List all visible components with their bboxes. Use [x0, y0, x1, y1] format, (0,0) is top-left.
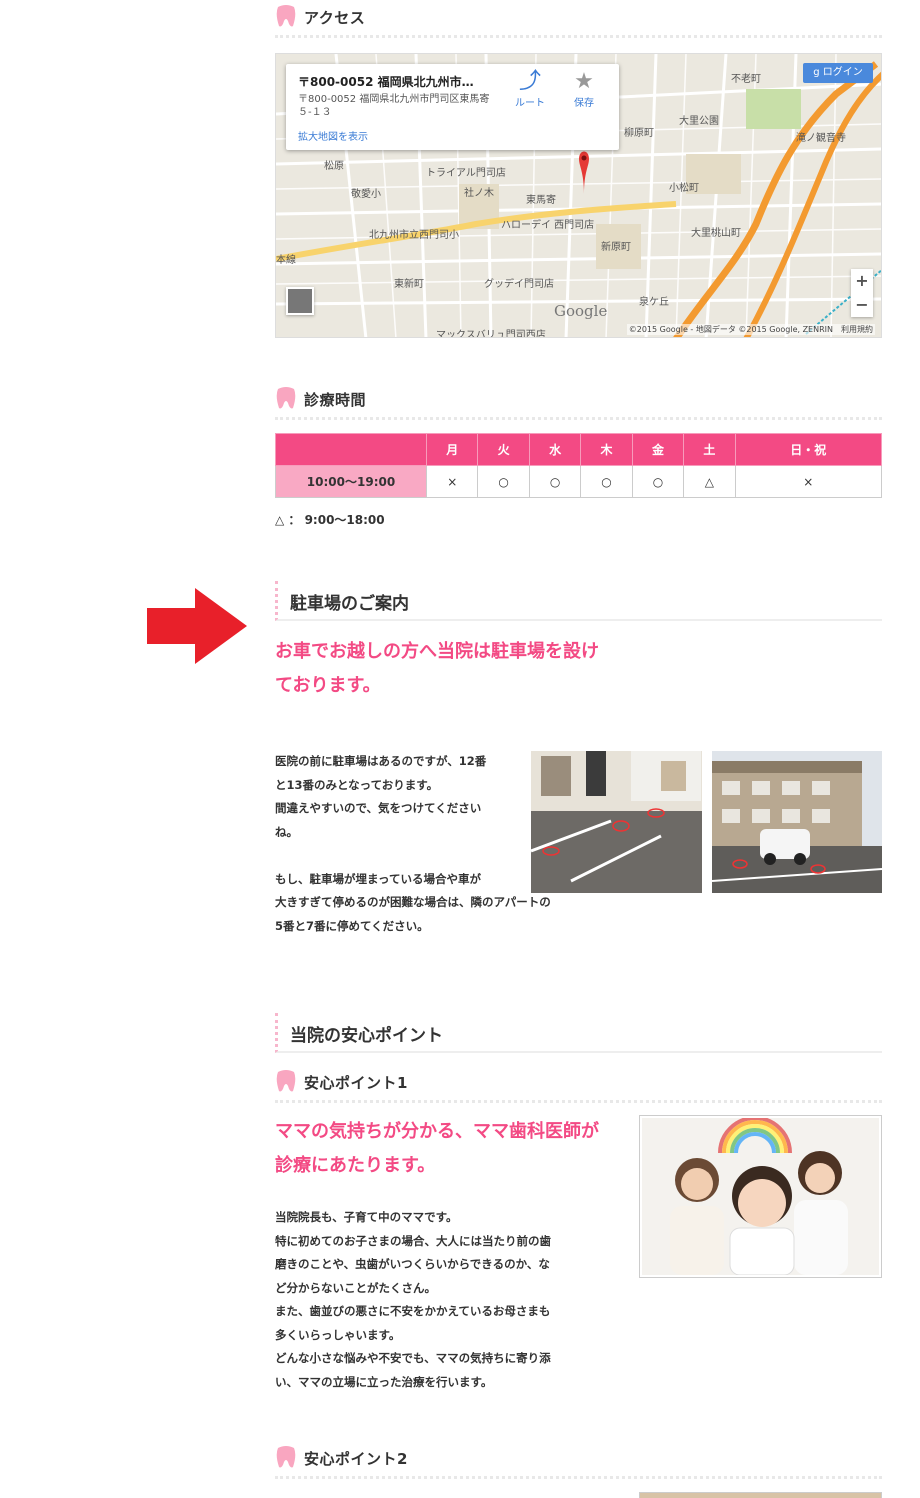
hours-header-row: 月 火 水 木 金 土 日・祝: [275, 433, 883, 466]
map-label: 大里公園: [679, 116, 719, 127]
map-label: 大里桃山町: [691, 228, 741, 239]
route-label: ルート: [515, 98, 545, 109]
map-label: 東新町: [394, 279, 424, 290]
map-address: 〒800-0052 福岡県北九州市門司区東馬寄５-１３: [298, 94, 490, 118]
login-label: ログイン: [822, 67, 863, 78]
map-label: トライアル門司店: [426, 168, 506, 179]
text-line: また、歯並びの悪さに不安をかかえているお母さまも: [275, 1304, 551, 1318]
text-line: 大きすぎて停めるのが困難な場合は、隣のアパートの: [275, 895, 551, 909]
text-line: 当院院長も、子育て中のママです。: [275, 1210, 458, 1224]
parking-heading-label: 駐車場のご案内: [290, 594, 409, 614]
map-label: 北九州市立西門司小: [369, 230, 459, 241]
hours-mark: ○: [631, 465, 685, 498]
dotted-divider: [275, 35, 882, 38]
parking-photo-2: [712, 751, 882, 893]
hours-table: 月 火 水 木 金 土 日・祝 10:00〜19:00 × ○ ○ ○ ○ △ …: [275, 433, 883, 498]
text-line: 5番と7番に停めてください。: [275, 918, 429, 933]
day-header: 金: [631, 433, 685, 466]
text-line: 磨きのことや、虫歯がいつくらいからできるのか、な: [275, 1257, 550, 1271]
google-map[interactable]: 不老町 大里公園 滝ノ観音寺 柳原町 小松町 松原 トライアル門司店 敬愛小 社…: [275, 53, 882, 338]
zoom-in-button[interactable]: +: [851, 269, 873, 293]
save-label: 保存: [574, 98, 594, 109]
hours-mark: ×: [734, 465, 883, 498]
map-label: 本線: [276, 255, 296, 266]
points-heading: 当院の安心ポイント: [275, 1013, 882, 1053]
map-label: 松原: [324, 161, 344, 172]
point1-lead: ママの気持ちが分かる、ママ歯科医師が診療にあたります。: [275, 1121, 599, 1176]
red-arrow-icon: [147, 588, 247, 664]
map-info-card: 〒800-0052 福岡県北九州市… 〒800-0052 福岡県北九州市門司区東…: [286, 64, 619, 150]
hours-mark: ○: [528, 465, 582, 498]
points-heading-label: 当院の安心ポイント: [290, 1026, 443, 1046]
map-label: 東馬寄: [526, 195, 556, 206]
google-logo: Google: [554, 302, 608, 320]
parking-photo-1: [531, 751, 702, 893]
map-label: 小松町: [669, 183, 699, 194]
tooth-icon: [276, 1446, 296, 1468]
dotted-divider: [275, 417, 882, 420]
enlarge-map-link[interactable]: 拡大地図を表示: [298, 128, 368, 143]
tooth-icon: [276, 5, 296, 27]
text-line: どんな小さな悩みや不安でも、ママの気持ちに寄り添: [275, 1351, 551, 1365]
star-icon: ★: [574, 69, 594, 94]
hours-heading: 診療時間: [275, 382, 882, 422]
point2-heading: 安心ポイント2: [275, 1441, 882, 1481]
satellite-toggle[interactable]: [286, 287, 314, 315]
day-header: 月: [425, 433, 479, 466]
hours-heading-label: 診療時間: [304, 391, 367, 409]
map-label: 泉ケ丘: [639, 297, 669, 308]
day-header: 火: [477, 433, 530, 466]
google-login-button[interactable]: g ログイン: [803, 63, 873, 83]
zoom-control: + −: [851, 269, 873, 317]
map-copyright[interactable]: ©2015 Google - 地図データ ©2015 Google, ZENRI…: [626, 324, 875, 335]
hours-mark: ○: [477, 465, 530, 498]
point1-text: 当院院長も、子育て中のママです。 特に初めてのお子さまの場合、大人には当たり前の…: [275, 1206, 610, 1394]
day-header: 土: [683, 433, 736, 466]
point1-heading-label: 安心ポイント1: [304, 1074, 408, 1092]
map-label: 敬愛小: [351, 189, 381, 200]
hours-row: 10:00〜19:00 × ○ ○ ○ ○ △ ×: [275, 465, 883, 498]
point1-photo: [639, 1115, 882, 1278]
dotted-divider: [275, 1100, 882, 1103]
route-button[interactable]: ⤴ ルート: [505, 69, 555, 110]
access-heading-label: アクセス: [304, 9, 366, 27]
save-button[interactable]: ★ 保存: [559, 69, 609, 110]
parking-lead: お車でお越しの方へ当院は駐車場を設けております。: [275, 641, 599, 696]
text-line: 特に初めてのお子さまの場合、大人には当たり前の歯: [275, 1233, 551, 1248]
point2-heading-label: 安心ポイント2: [304, 1450, 408, 1468]
parking-heading: 駐車場のご案内: [275, 581, 882, 621]
google-plus-icon: g: [813, 67, 823, 78]
hours-note: △ ： 9:00〜18:00: [275, 513, 385, 527]
dotted-divider: [275, 1476, 882, 1479]
zoom-out-button[interactable]: −: [851, 293, 873, 317]
tooth-icon: [276, 1070, 296, 1092]
map-label: 不老町: [731, 74, 761, 85]
text-line: ど分からないことがたくさん。: [275, 1280, 436, 1295]
map-label: 柳原町: [624, 128, 654, 139]
map-label: ハローデイ 西門司店: [501, 220, 595, 231]
day-header: 水: [528, 433, 582, 466]
hours-corner-cell: [275, 433, 427, 466]
hours-mark: △: [683, 465, 736, 498]
map-label: 社ノ木: [464, 188, 494, 199]
point1-heading: 安心ポイント1: [275, 1065, 882, 1105]
map-label: 新原町: [601, 242, 631, 253]
route-icon: ⤴: [518, 69, 541, 94]
map-label: グッデイ門司店: [484, 279, 554, 290]
hours-mark: ○: [580, 465, 633, 498]
day-header: 日・祝: [734, 433, 883, 466]
map-label: マックスバリュ門司西店: [436, 330, 546, 338]
day-header: 木: [580, 433, 633, 466]
tooth-icon: [276, 387, 296, 409]
text-line: い、ママの立場に立った治療を行います。: [275, 1374, 493, 1389]
map-address-title: 〒800-0052 福岡県北九州市…: [298, 75, 474, 89]
text-line: 多くいらっしゃいます。: [275, 1327, 401, 1342]
access-heading: アクセス: [275, 0, 882, 40]
point2-photo: [639, 1492, 882, 1498]
hours-time-cell: 10:00〜19:00: [275, 465, 427, 498]
hours-mark: ×: [425, 465, 479, 498]
map-label: 滝ノ観音寺: [796, 133, 846, 144]
